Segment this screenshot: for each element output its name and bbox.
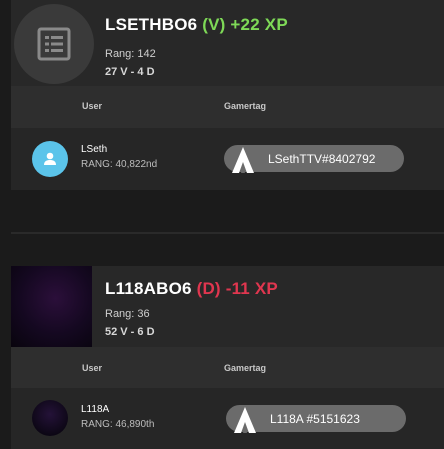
- match-title: L118ABO6 (D) -11 XP: [105, 279, 278, 298]
- match-result: (D): [196, 279, 221, 298]
- person-icon: [44, 152, 56, 165]
- match-xp: +22 XP: [230, 15, 288, 34]
- activision-logo-icon: [234, 407, 256, 433]
- column-gamertag: Gamertag: [224, 101, 267, 111]
- match-result: (V): [202, 15, 226, 34]
- match-record: 52 V - 6 D: [105, 326, 155, 338]
- table-header: User Gamertag: [11, 86, 444, 128]
- activision-logo-icon: [232, 147, 254, 173]
- table-header: User Gamertag: [11, 347, 444, 388]
- match-rank: Rang: 142: [105, 48, 156, 60]
- table-row[interactable]: LSeth RANG: 40,822nd LSethTTV#8402792: [11, 128, 444, 190]
- gamertag-text: L118A #5151623: [270, 411, 360, 426]
- column-user: User: [82, 363, 103, 373]
- match-card: LSETHBO6 (V) +22 XP Rang: 142 27 V - 4 D…: [11, 0, 444, 190]
- table-row[interactable]: L118A RANG: 46,890th L118A #5151623: [11, 388, 444, 449]
- player-name: L118A: [81, 404, 110, 415]
- match-record: 27 V - 4 D: [105, 66, 155, 78]
- list-icon: [37, 27, 71, 61]
- player-rank: RANG: 40,822nd: [81, 159, 158, 170]
- match-avatar: [14, 4, 94, 84]
- column-user: User: [82, 101, 103, 111]
- match-rank: Rang: 36: [105, 308, 150, 320]
- match-card: L118ABO6 (D) -11 XP Rang: 36 52 V - 6 D …: [11, 266, 444, 449]
- gamertag-pill[interactable]: L118A #5151623: [226, 405, 406, 433]
- column-gamertag: Gamertag: [224, 363, 267, 373]
- player-name: LSeth: [81, 144, 108, 155]
- avatar: [32, 141, 68, 177]
- avatar: [32, 400, 68, 436]
- gamertag-text: LSethTTV#8402792: [268, 151, 376, 166]
- player-rank: RANG: 46,890th: [81, 419, 155, 430]
- match-title: LSETHBO6 (V) +22 XP: [105, 15, 288, 34]
- match-xp: -11 XP: [225, 279, 278, 298]
- match-avatar: [11, 266, 92, 347]
- gamertag-pill[interactable]: LSethTTV#8402792: [224, 145, 404, 173]
- divider: [11, 232, 444, 234]
